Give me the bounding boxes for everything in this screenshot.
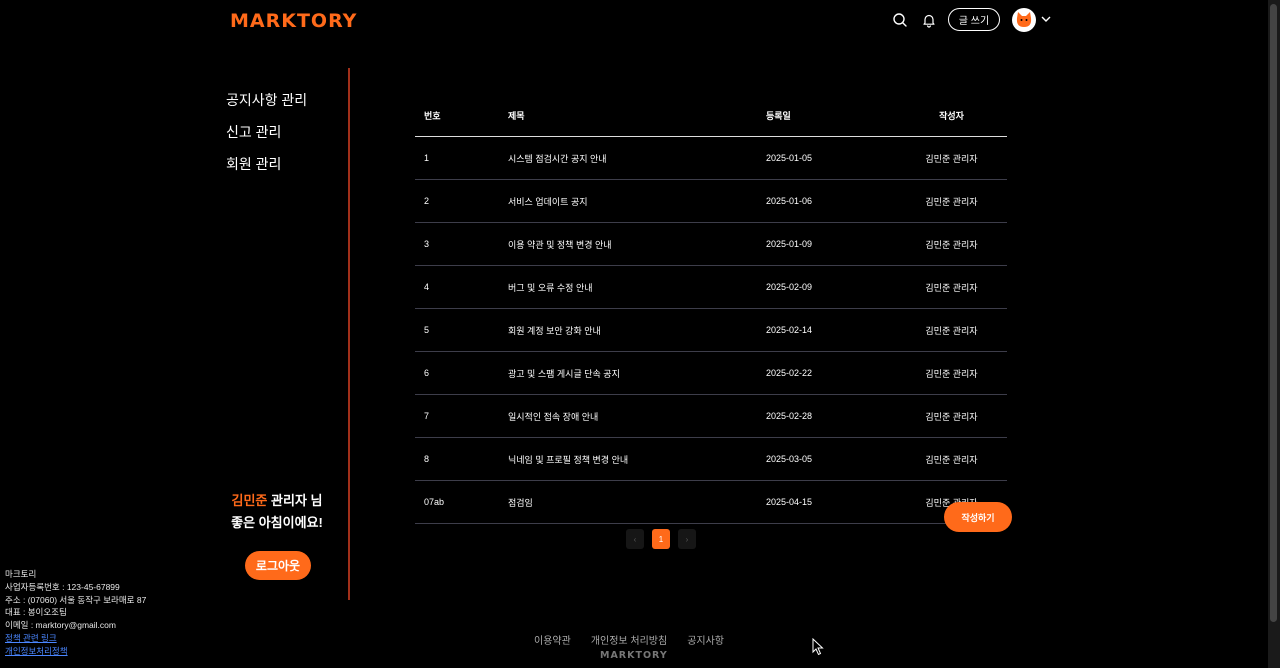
row-date: 2025-04-15 [766, 480, 896, 524]
column-header-date: 등록일 [766, 95, 896, 137]
create-notice-button[interactable]: 작성하기 [944, 502, 1012, 532]
sidebar-item-report-management[interactable]: 신고 관리 [226, 122, 307, 154]
column-header-title: 제목 [508, 95, 766, 137]
row-date: 2025-02-22 [766, 351, 896, 395]
footer-link-notices[interactable]: 공지사항 [687, 632, 724, 647]
greeting-suffix: 관리자 님 [271, 493, 323, 508]
row-title[interactable]: 서비스 업데이트 공지 [508, 179, 766, 223]
company-name: 마크토리 [5, 569, 37, 579]
row-title[interactable]: 광고 및 스팸 게시글 단속 공지 [508, 351, 766, 395]
search-icon[interactable] [892, 12, 908, 28]
row-number: 1 [415, 136, 508, 180]
company-address: 주소 : (07060) 서울 동작구 보라매로 87 [5, 594, 147, 605]
table-row[interactable]: 6 광고 및 스팸 게시글 단속 공지 2025-02-22 김민준 관리자 [415, 351, 1007, 395]
sidebar-menu: 공지사항 관리 신고 관리 회원 관리 [226, 90, 307, 186]
write-post-button[interactable]: 글 쓰기 [948, 8, 1000, 31]
logout-button[interactable]: 로그아웃 [245, 551, 311, 580]
row-date: 2025-01-06 [766, 179, 896, 223]
row-number: 6 [415, 351, 508, 395]
page-button-current[interactable]: 1 [652, 529, 670, 549]
mouse-cursor-icon [812, 638, 824, 656]
table-header-row: 번호 제목 등록일 작성자 [415, 95, 1007, 137]
row-number: 2 [415, 179, 508, 223]
footer-link-terms[interactable]: 이용약관 [534, 632, 571, 647]
row-author: 김민준 관리자 [896, 222, 1007, 266]
row-author: 김민준 관리자 [896, 437, 1007, 481]
row-date: 2025-01-05 [766, 136, 896, 180]
footer-logo: MARKTORY [600, 650, 668, 661]
row-date: 2025-03-05 [766, 437, 896, 481]
row-date: 2025-02-28 [766, 394, 896, 438]
scrollbar-thumb[interactable] [1270, 4, 1277, 622]
notice-table: 번호 제목 등록일 작성자 1 시스템 점검시간 공지 안내 2025-01-0… [415, 95, 1007, 524]
row-title[interactable]: 일시적인 접속 장애 안내 [508, 394, 766, 438]
footer-link-privacy[interactable]: 개인정보 처리방침 [591, 632, 667, 647]
greeting: 김민준 관리자 님 좋은 아침이에요! [222, 490, 332, 534]
row-number: 7 [415, 394, 508, 438]
pagination: ‹ 1 › [626, 529, 696, 549]
column-header-number: 번호 [415, 95, 508, 137]
policy-link[interactable]: 정책 관련 링크 [5, 632, 146, 645]
sidebar-item-notice-management[interactable]: 공지사항 관리 [226, 90, 307, 122]
row-date: 2025-02-09 [766, 265, 896, 309]
row-number: 4 [415, 265, 508, 309]
column-header-author: 작성자 [896, 95, 1007, 137]
row-date: 2025-01-09 [766, 222, 896, 266]
user-name: 김민준 [231, 493, 268, 508]
row-title[interactable]: 시스템 점검시간 공지 안내 [508, 136, 766, 180]
row-number: 3 [415, 222, 508, 266]
row-number: 8 [415, 437, 508, 481]
table-row[interactable]: 8 닉네임 및 프로필 정책 변경 안내 2025-03-05 김민준 관리자 [415, 437, 1007, 481]
table-row[interactable]: 5 회원 계정 보안 강화 안내 2025-02-14 김민준 관리자 [415, 308, 1007, 352]
avatar[interactable] [1012, 8, 1036, 32]
table-row[interactable]: 3 이용 약관 및 정책 변경 안내 2025-01-09 김민준 관리자 [415, 222, 1007, 266]
footer-links: 이용약관 개인정보 처리방침 공지사항 [534, 632, 724, 647]
row-title[interactable]: 이용 약관 및 정책 변경 안내 [508, 222, 766, 266]
cat-avatar-icon [1016, 12, 1032, 27]
sidebar-item-member-management[interactable]: 회원 관리 [226, 154, 307, 186]
row-title[interactable]: 닉네임 및 프로필 정책 변경 안내 [508, 437, 766, 481]
prev-page-button[interactable]: ‹ [626, 529, 644, 549]
company-reg-number: 사업자등록번호 : 123-45-67899 [5, 581, 120, 592]
company-email: 이메일 : marktory@gmail.com [5, 620, 116, 631]
row-author: 김민준 관리자 [896, 351, 1007, 395]
row-author: 김민준 관리자 [896, 136, 1007, 180]
table-row[interactable]: 1 시스템 점검시간 공지 안내 2025-01-05 김민준 관리자 [415, 136, 1007, 180]
row-number: 5 [415, 308, 508, 352]
table-row[interactable]: 4 버그 및 오류 수정 안내 2025-02-09 김민준 관리자 [415, 265, 1007, 309]
next-page-button[interactable]: › [678, 529, 696, 549]
chevron-down-icon[interactable] [1041, 15, 1051, 23]
company-info: 마크토리 사업자등록번호 : 123-45-67899 주소 : (07060)… [5, 568, 146, 658]
sidebar-divider [348, 68, 350, 600]
table-row[interactable]: 2 서비스 업데이트 공지 2025-01-06 김민준 관리자 [415, 179, 1007, 223]
row-author: 김민준 관리자 [896, 265, 1007, 309]
row-title[interactable]: 점검임 [508, 480, 766, 524]
row-title[interactable]: 회원 계정 보안 강화 안내 [508, 308, 766, 352]
row-number: 07ab [415, 480, 508, 524]
table-row[interactable]: 7 일시적인 접속 장애 안내 2025-02-28 김민준 관리자 [415, 394, 1007, 438]
bell-icon[interactable] [921, 12, 937, 28]
row-author: 김민준 관리자 [896, 179, 1007, 223]
company-ceo: 대표 : 봉이오조팀 [5, 607, 67, 618]
row-author: 김민준 관리자 [896, 394, 1007, 438]
table-row[interactable]: 07ab 점검임 2025-04-15 김민준 관리자 [415, 480, 1007, 524]
row-title[interactable]: 버그 및 오류 수정 안내 [508, 265, 766, 309]
greeting-message: 좋은 아침이에요! [231, 515, 323, 530]
privacy-policy-link[interactable]: 개인정보처리정책 [5, 645, 146, 658]
row-author: 김민준 관리자 [896, 308, 1007, 352]
row-date: 2025-02-14 [766, 308, 896, 352]
marktory-logo[interactable]: MARKTORY [230, 10, 357, 32]
